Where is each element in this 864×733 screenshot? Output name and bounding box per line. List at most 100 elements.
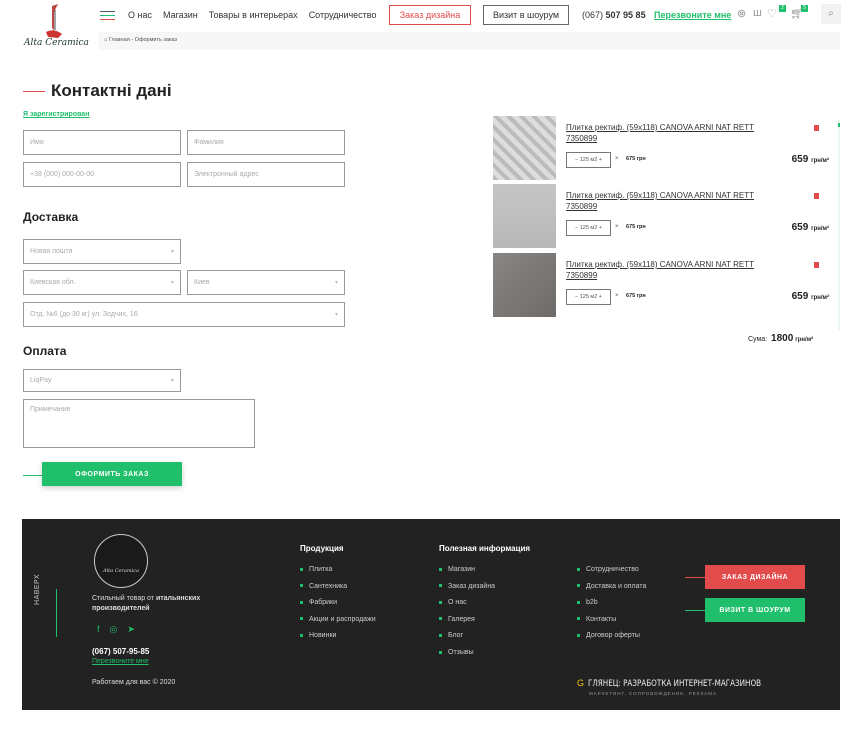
social-links: f ◎ ➤ bbox=[97, 624, 135, 635]
chevron-down-icon: ▾ bbox=[334, 280, 338, 286]
nav-item-interiors[interactable]: Товары в интерьерах bbox=[209, 10, 298, 20]
product-image[interactable] bbox=[493, 116, 556, 180]
design-order-button[interactable]: Заказ дизайна bbox=[389, 5, 471, 25]
branch-value: Отд. №6 (до 30 кг) ул. Зодчих, 16 bbox=[30, 311, 138, 318]
payment-select[interactable]: LiqPay ▾ bbox=[23, 369, 181, 392]
unit-price: 675 грн bbox=[626, 293, 646, 299]
phone-placeholder: +38 (000) 000-00-00 bbox=[30, 171, 95, 178]
menu-icon[interactable] bbox=[100, 11, 115, 23]
product-image[interactable] bbox=[493, 184, 556, 248]
email-placeholder: Электронный адрес bbox=[194, 171, 259, 178]
phone-input[interactable]: +38 (000) 000-00-00 bbox=[23, 162, 181, 187]
compare-icon[interactable]: ш bbox=[753, 7, 762, 19]
times-sign: × bbox=[615, 224, 619, 230]
registered-link[interactable]: Я зарегистрирован bbox=[23, 111, 89, 118]
footer-link[interactable]: Доставка и оплата bbox=[577, 583, 646, 600]
footer-link[interactable]: Галерея bbox=[439, 616, 495, 633]
footer-showroom-button[interactable]: ВИЗИТ В ШОУРУМ bbox=[705, 598, 805, 622]
cart-item: Плитка ректиф. (59x118) CANOVA ARNI NAT … bbox=[493, 116, 833, 180]
footer-link[interactable]: Новинки bbox=[300, 632, 376, 649]
footer-link[interactable]: Заказ дизайна bbox=[439, 583, 495, 600]
scrollbar[interactable] bbox=[838, 120, 840, 330]
city-value: Киев bbox=[194, 279, 210, 286]
footer-link[interactable]: Контакты bbox=[577, 616, 646, 633]
branch-select[interactable]: Отд. №6 (до 30 кг) ул. Зодчих, 16 ▾ bbox=[23, 302, 345, 327]
footer-link[interactable]: Сантехника bbox=[300, 583, 376, 600]
developer-logo-icon: G bbox=[577, 678, 585, 688]
footer-link[interactable]: Магазин bbox=[439, 566, 495, 583]
price-unit: грн/м² bbox=[811, 295, 829, 301]
main-nav: О нас Магазин Товары в интерьерах Сотруд… bbox=[128, 10, 376, 20]
footer-link[interactable]: Фабрики bbox=[300, 599, 376, 616]
region-select[interactable]: Киевская обл. ▾ bbox=[23, 270, 181, 295]
developer-subtitle: МАРКЕТИНГ, СОПРОВОЖДЕНИЕ, РЕКЛАМА bbox=[589, 691, 718, 696]
phone-number: 507 95 85 bbox=[605, 10, 646, 20]
tagline: Стильный товар от итальянских производит… bbox=[92, 594, 222, 614]
footer-callback-link[interactable]: Перезвоните мне bbox=[92, 658, 149, 665]
footer-link[interactable]: Плитка bbox=[300, 566, 376, 583]
quantity-stepper[interactable]: − 125 м2 + bbox=[566, 152, 611, 168]
product-title[interactable]: Плитка ректиф. (59x118) CANOVA ARNI NAT … bbox=[566, 122, 756, 144]
footer-link[interactable]: О нас bbox=[439, 599, 495, 616]
submit-order-button[interactable]: ОФОРМИТЬ ЗАКАЗ bbox=[42, 462, 182, 486]
developer-credit[interactable]: G ГЛЯНЕЦ: РАЗРАБОТКА ИНТЕРНЕТ-МАГАЗИНОВ … bbox=[577, 673, 805, 696]
trash-icon[interactable] bbox=[814, 125, 819, 131]
quantity-stepper[interactable]: − 125 м2 + bbox=[566, 289, 611, 305]
delivery-method-select[interactable]: Новая пошта ▾ bbox=[23, 239, 181, 264]
surname-input[interactable]: Фамилия bbox=[187, 130, 345, 155]
facebook-icon[interactable]: f bbox=[97, 624, 100, 635]
footer-design-button[interactable]: ЗАКАЗ ДИЗАЙНА bbox=[705, 565, 805, 589]
footer-logo[interactable]: Alta Ceramica bbox=[94, 534, 148, 588]
chevron-down-icon: ▾ bbox=[170, 280, 174, 286]
button-decoration bbox=[23, 475, 42, 476]
user-icon[interactable]: ⊗ bbox=[737, 7, 746, 20]
surname-placeholder: Фамилия bbox=[194, 139, 224, 146]
unit-price: 675 грн bbox=[626, 156, 646, 162]
to-top-line bbox=[56, 589, 57, 637]
cart-item: Плитка ректиф. (59x118) CANOVA ARNI NAT … bbox=[493, 253, 833, 317]
cart-badge: 5 bbox=[801, 5, 808, 12]
callback-link[interactable]: Перезвоните мне bbox=[654, 10, 731, 20]
breadcrumb-text[interactable]: Главная - Оформить заказ bbox=[109, 37, 177, 43]
nav-item-shop[interactable]: Магазин bbox=[163, 10, 198, 20]
home-icon[interactable]: ⌂ bbox=[104, 37, 107, 43]
cart-sum: Сума: 1800 грн/м² bbox=[748, 333, 813, 344]
item-price: 659 грн/м² bbox=[792, 222, 829, 233]
sum-value: 1800 bbox=[771, 333, 794, 344]
header-phone[interactable]: (067) 507 95 85 bbox=[582, 10, 646, 20]
trash-icon[interactable] bbox=[814, 193, 819, 199]
footer-link[interactable]: Акции и распродажи bbox=[300, 616, 376, 633]
search-button[interactable]: ⌕ bbox=[821, 4, 841, 24]
name-input[interactable]: Имя bbox=[23, 130, 181, 155]
product-image[interactable] bbox=[493, 253, 556, 317]
footer-link[interactable]: Сотрудничество bbox=[577, 566, 646, 583]
nav-item-cooperation[interactable]: Сотрудничество bbox=[309, 10, 377, 20]
heart-icon[interactable]: ♡ bbox=[767, 7, 777, 20]
email-input[interactable]: Электронный адрес bbox=[187, 162, 345, 187]
price-value: 659 bbox=[791, 222, 809, 233]
trash-icon[interactable] bbox=[814, 262, 819, 268]
price-unit: грн/м² bbox=[811, 226, 829, 232]
footer-link[interactable]: Отзывы bbox=[439, 649, 495, 666]
footer-link[interactable]: b2b bbox=[577, 599, 646, 616]
price-value: 659 bbox=[791, 154, 809, 165]
note-textarea[interactable]: Примечание bbox=[23, 399, 255, 448]
product-title[interactable]: Плитка ректиф. (59x118) CANOVA ARNI NAT … bbox=[566, 190, 756, 212]
products-heading: Продукция bbox=[300, 544, 344, 553]
unit-price: 675 грн bbox=[626, 224, 646, 230]
search-icon: ⌕ bbox=[828, 8, 834, 19]
product-title[interactable]: Плитка ректиф. (59x118) CANOVA ARNI NAT … bbox=[566, 259, 756, 281]
footer-phone[interactable]: (067) 507-95-85 bbox=[92, 647, 149, 656]
instagram-icon[interactable]: ◎ bbox=[110, 624, 118, 635]
to-top-button[interactable]: НАВЕРХ bbox=[34, 574, 41, 605]
telegram-icon[interactable]: ➤ bbox=[127, 624, 135, 635]
showroom-button[interactable]: Визит в шоурум bbox=[483, 5, 569, 25]
page-title: Контактні дані bbox=[51, 81, 172, 100]
quantity-stepper[interactable]: − 125 м2 + bbox=[566, 220, 611, 236]
delivery-method-value: Новая пошта bbox=[30, 248, 73, 255]
city-select[interactable]: Киев ▾ bbox=[187, 270, 345, 295]
footer-link[interactable]: Договор оферты bbox=[577, 632, 646, 649]
nav-item-about[interactable]: О нас bbox=[128, 10, 152, 20]
footer-link[interactable]: Блог bbox=[439, 632, 495, 649]
sum-label: Сума: bbox=[748, 336, 768, 343]
